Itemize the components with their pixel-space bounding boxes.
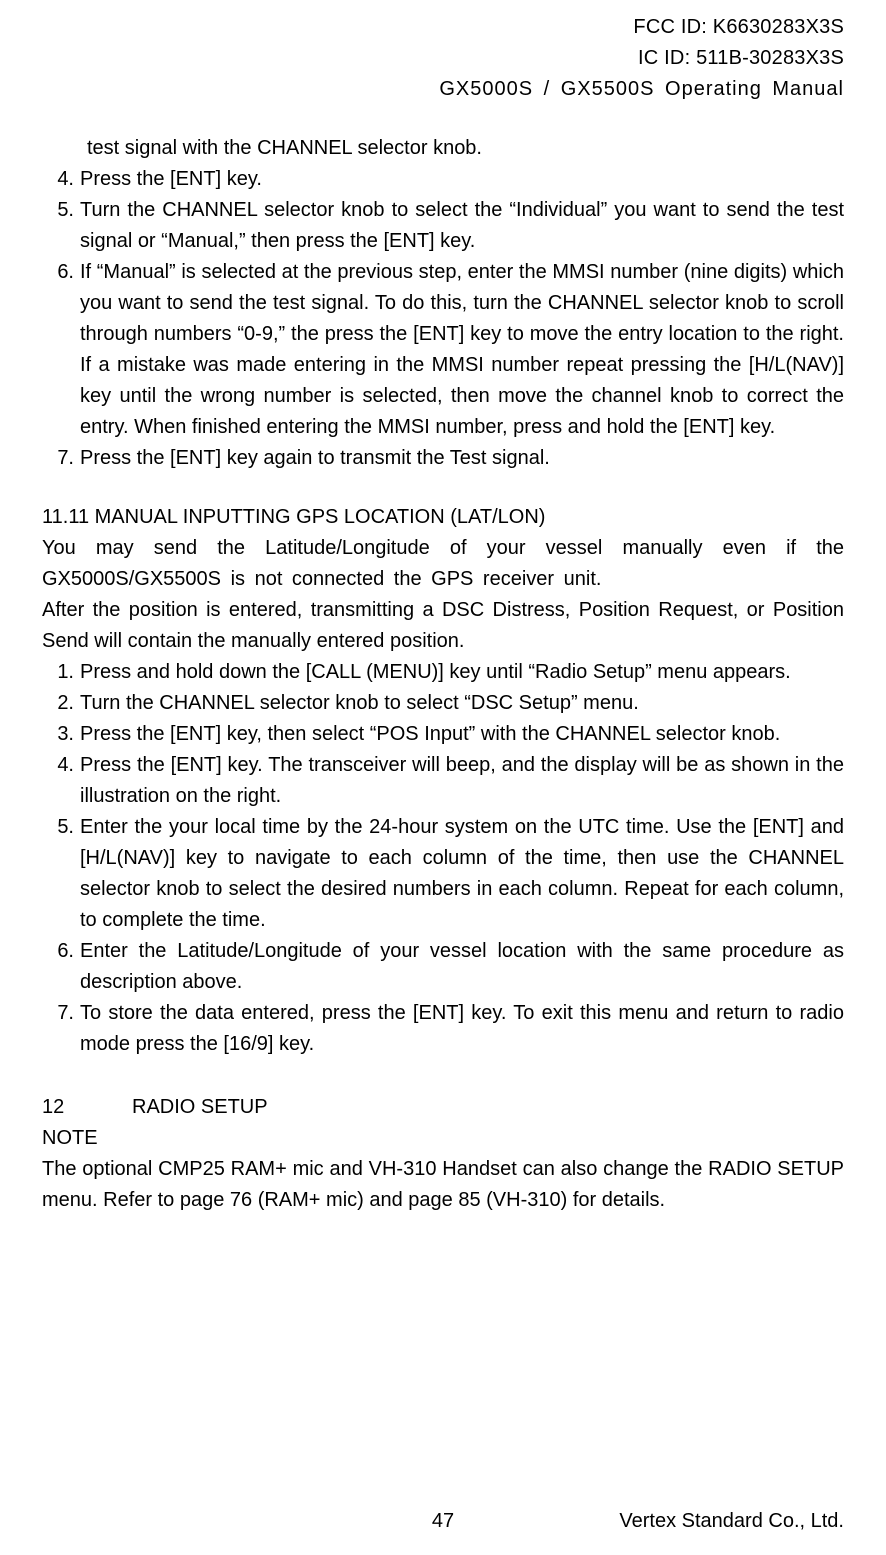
page-content: test signal with the CHANNEL selector kn…	[42, 133, 844, 1216]
list-item-number: 7.	[42, 443, 80, 474]
list-item: 6. Enter the Latitude/Longitude of your …	[42, 936, 844, 998]
list-item: 4. Press the [ENT] key. The transceiver …	[42, 750, 844, 812]
list-item: 6. If “Manual” is selected at the previo…	[42, 257, 844, 443]
list-item: 2. Turn the CHANNEL selector knob to sel…	[42, 688, 844, 719]
list-item-number: 6.	[42, 936, 80, 998]
list-item: 1. Press and hold down the [CALL (MENU)]…	[42, 657, 844, 688]
note-label: NOTE	[42, 1123, 844, 1154]
section-12-heading: 12RADIO SETUP	[42, 1092, 844, 1123]
list-item-text: Enter the Latitude/Longitude of your ves…	[80, 936, 844, 998]
list-item-number: 4.	[42, 750, 80, 812]
spacer	[42, 474, 844, 502]
section-title: RADIO SETUP	[132, 1096, 268, 1118]
list-item-text: Press and hold down the [CALL (MENU)] ke…	[80, 657, 844, 688]
list-item-text: If “Manual” is selected at the previous …	[80, 257, 844, 443]
list-item-number: 7.	[42, 998, 80, 1060]
page-footer: 47 Vertex Standard Co., Ltd.	[42, 1506, 844, 1537]
list-item-text: Press the [ENT] key again to transmit th…	[80, 443, 844, 474]
list-item: 7. To store the data entered, press the …	[42, 998, 844, 1060]
footer-company: Vertex Standard Co., Ltd.	[619, 1506, 844, 1537]
model-title-line: GX5000S / GX5500S Operating Manual	[42, 74, 844, 105]
fcc-id-line: FCC ID: K6630283X3S	[42, 12, 844, 43]
list-item-number: 4.	[42, 164, 80, 195]
list-item: 3. Press the [ENT] key, then select “POS…	[42, 719, 844, 750]
list-item-number: 2.	[42, 688, 80, 719]
list-item: 7. Press the [ENT] key again to transmit…	[42, 443, 844, 474]
continued-list-item-text: test signal with the CHANNEL selector kn…	[87, 133, 844, 164]
list-item-text: Press the [ENT] key. The transceiver wil…	[80, 750, 844, 812]
ic-id-line: IC ID: 511B-30283X3S	[42, 43, 844, 74]
procedure-list-b: 1. Press and hold down the [CALL (MENU)]…	[42, 657, 844, 1060]
list-item-text: Turn the CHANNEL selector knob to select…	[80, 195, 844, 257]
section-11-11-paragraph-2: After the position is entered, transmitt…	[42, 595, 844, 657]
list-item: 5. Turn the CHANNEL selector knob to sel…	[42, 195, 844, 257]
procedure-list-a: 4. Press the [ENT] key. 5. Turn the CHAN…	[42, 164, 844, 474]
section-11-11-heading: 11.11 MANUAL INPUTTING GPS LOCATION (LAT…	[42, 502, 844, 533]
list-item-number: 5.	[42, 812, 80, 936]
list-item: 4. Press the [ENT] key.	[42, 164, 844, 195]
spacer	[42, 1060, 844, 1092]
list-item-text: Press the [ENT] key.	[80, 164, 844, 195]
list-item-number: 6.	[42, 257, 80, 443]
section-11-11-paragraph-1: You may send the Latitude/Longitude of y…	[42, 533, 844, 595]
section-number: 12	[42, 1092, 132, 1123]
page-header: FCC ID: K6630283X3S IC ID: 511B-30283X3S…	[42, 12, 844, 105]
page-number: 47	[432, 1506, 454, 1537]
list-item-text: To store the data entered, press the [EN…	[80, 998, 844, 1060]
list-item-number: 3.	[42, 719, 80, 750]
note-body: The optional CMP25 RAM+ mic and VH-310 H…	[42, 1154, 844, 1216]
page: FCC ID: K6630283X3S IC ID: 511B-30283X3S…	[0, 0, 886, 1555]
list-item-number: 5.	[42, 195, 80, 257]
list-item: 5. Enter the your local time by the 24-h…	[42, 812, 844, 936]
list-item-text: Enter the your local time by the 24-hour…	[80, 812, 844, 936]
list-item-text: Turn the CHANNEL selector knob to select…	[80, 688, 844, 719]
list-item-number: 1.	[42, 657, 80, 688]
list-item-text: Press the [ENT] key, then select “POS In…	[80, 719, 844, 750]
